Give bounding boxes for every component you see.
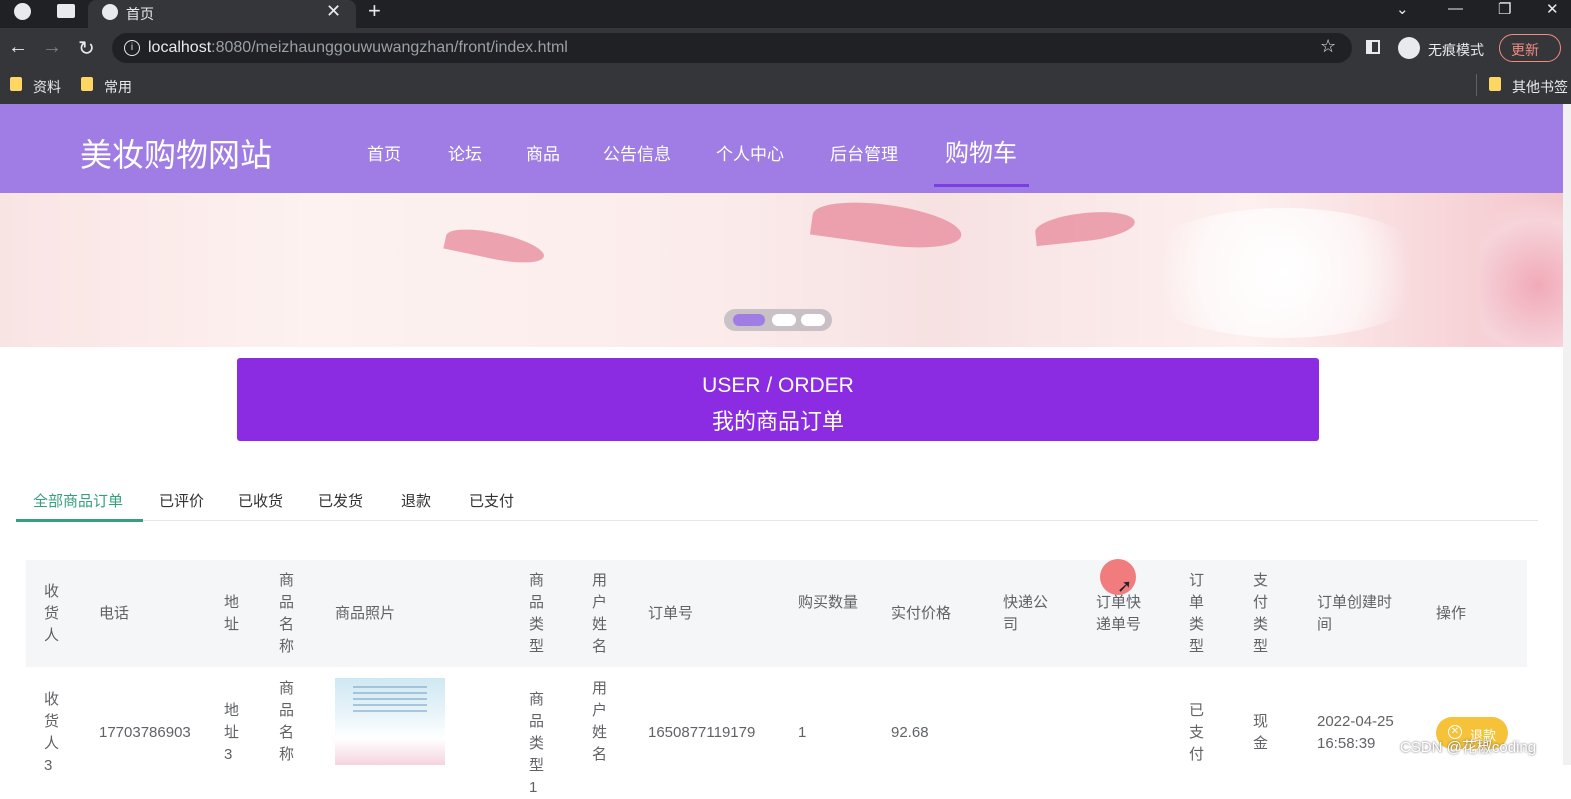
nav-admin[interactable]: 后台管理	[830, 140, 898, 165]
site-logo[interactable]: 美妆购物网站	[80, 130, 272, 176]
cell-created-date: 2022-04-25	[1317, 713, 1394, 730]
header-address: 地址	[224, 594, 240, 633]
nav-personal-center[interactable]: 个人中心	[716, 140, 784, 165]
forward-arrow-icon[interactable]: →	[42, 36, 62, 59]
bookmark-item-ziliao[interactable]: 资料	[33, 77, 61, 97]
header-created-time: 订单创建时间	[1317, 594, 1393, 633]
petal-decoration	[1033, 207, 1137, 247]
page-scrollbar[interactable]	[1563, 104, 1571, 765]
order-title-en: USER / ORDER	[702, 374, 854, 397]
flower-decoration	[1480, 193, 1563, 347]
profile-globe-icon[interactable]	[14, 3, 31, 20]
cell-address: 地址3	[224, 702, 240, 763]
new-tab-button[interactable]: +	[368, 0, 381, 24]
restore-icon[interactable]: ❐	[1498, 0, 1511, 18]
header-product-name: 商品名称	[279, 572, 295, 655]
tab-favicon-icon	[102, 4, 118, 20]
tab-reviewed[interactable]: 已评价	[159, 490, 204, 511]
cell-consignee: 收货人3	[44, 691, 60, 774]
close-window-icon[interactable]: ✕	[1546, 0, 1559, 18]
tab-shipped[interactable]: 已发货	[318, 490, 363, 511]
cell-order-no: 1650877119179	[648, 724, 756, 741]
carousel-dot-3[interactable]	[801, 314, 825, 326]
watermark: CSDN @花椒coding	[1400, 739, 1537, 756]
cell-order-type: 已支付	[1189, 702, 1205, 763]
incognito-icon[interactable]	[1398, 37, 1420, 59]
url-text[interactable]: localhost:8080/meizhaunggouwuwangzhan/fr…	[148, 39, 568, 57]
header-product-type: 商品类型	[529, 572, 545, 655]
product-thumbnail[interactable]	[335, 678, 445, 765]
cell-product-type: 商品类型1	[529, 691, 545, 796]
active-tab-indicator	[16, 519, 143, 522]
cell-pay-type: 现金	[1253, 713, 1269, 752]
header-consignee: 收货人	[44, 583, 60, 644]
header-user-name: 用户姓名	[592, 572, 608, 655]
header-actions: 操作	[1436, 605, 1467, 622]
carousel-dot-2[interactable]	[772, 314, 796, 326]
cloud-decoration	[1130, 208, 1440, 338]
header-tracking-no: 订单快递单号	[1096, 594, 1142, 633]
tab-list-chevron-icon[interactable]: ⌄	[1396, 0, 1409, 18]
site-info-icon[interactable]: i	[124, 40, 140, 56]
bookmark-star-icon[interactable]: ☆	[1320, 36, 1336, 57]
cell-created-time: 16:58:39	[1317, 735, 1376, 752]
tab-paid[interactable]: 已支付	[469, 490, 514, 511]
url-path: :8080/meizhaunggouwuwangzhan/front/index…	[211, 39, 568, 56]
petal-decoration	[443, 222, 547, 270]
folder-icon	[10, 77, 22, 91]
mouse-pointer-icon: ➚	[1117, 576, 1133, 596]
header-order-no: 订单号	[648, 605, 694, 622]
nav-cart[interactable]: 购物车	[945, 133, 1017, 168]
nav-products[interactable]: 商品	[526, 140, 560, 165]
side-panel-icon[interactable]	[1366, 40, 1380, 54]
update-button[interactable]: 更新	[1499, 34, 1561, 62]
minimize-icon[interactable]: —	[1448, 0, 1463, 17]
carousel-dot-1[interactable]	[733, 314, 765, 326]
cell-price: 92.68	[891, 724, 929, 741]
header-quantity: 购买数量	[798, 594, 859, 611]
cell-phone: 17703786903	[99, 724, 191, 741]
tab-search-icon[interactable]	[57, 4, 75, 18]
header-pay-type: 支付类型	[1253, 572, 1269, 655]
header-phone: 电话	[99, 605, 130, 622]
tab-title: 首页	[126, 6, 154, 22]
tab-all-orders[interactable]: 全部商品订单	[33, 490, 123, 511]
thumbnail-text-lines	[353, 686, 427, 716]
bookmarks-bar	[0, 68, 1571, 104]
cell-quantity: 1	[798, 724, 807, 741]
header-courier: 快递公司	[1003, 594, 1049, 633]
petal-decoration	[809, 194, 965, 256]
header-price: 实付价格	[891, 605, 952, 622]
tab-close-icon[interactable]: ✕	[326, 1, 341, 22]
folder-icon	[1489, 77, 1501, 91]
nav-forum[interactable]: 论坛	[448, 140, 482, 165]
tab-refund[interactable]: 退款	[401, 490, 431, 511]
table-header	[26, 560, 1527, 667]
incognito-label[interactable]: 无痕模式	[1428, 40, 1484, 60]
nav-home[interactable]: 首页	[367, 140, 401, 165]
tab-received[interactable]: 已收货	[238, 490, 283, 511]
nav-active-underline	[934, 184, 1029, 187]
back-arrow-icon[interactable]: ←	[8, 36, 28, 59]
order-title-cn: 我的商品订单	[711, 409, 844, 434]
cell-product-name: 商品名称	[279, 680, 295, 763]
nav-announcements[interactable]: 公告信息	[603, 140, 671, 165]
tabs-divider	[16, 520, 1538, 521]
header-product-photo: 商品照片	[335, 605, 396, 622]
header-order-type: 订单类型	[1189, 572, 1205, 655]
cell-user-name: 用户姓名	[592, 680, 608, 763]
bookmarks-divider	[1476, 74, 1477, 96]
folder-icon	[81, 77, 93, 91]
reload-icon[interactable]: ↻	[78, 36, 95, 61]
bookmark-item-changyong[interactable]: 常用	[104, 77, 132, 97]
other-bookmarks[interactable]: 其他书签	[1512, 77, 1568, 97]
